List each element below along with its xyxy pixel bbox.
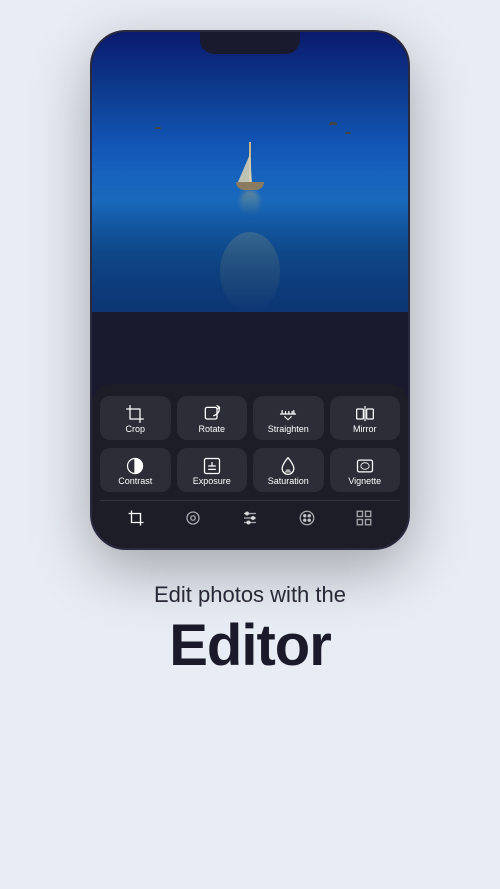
tool-mirror[interactable]: Mirror (330, 396, 401, 440)
distant-boat-2 (345, 132, 351, 134)
exposure-label: Exposure (193, 476, 231, 486)
vignette-label: Vignette (348, 476, 381, 486)
vignette-icon (355, 456, 375, 476)
straighten-label: Straighten (268, 424, 309, 434)
tool-rotate[interactable]: Rotate (177, 396, 248, 440)
phone-frame: Crop Rotate (90, 30, 410, 550)
tool-exposure[interactable]: Exposure (177, 448, 248, 492)
toolbar-palette-icon[interactable] (290, 505, 324, 536)
main-title: Editor (154, 614, 346, 678)
boat-sail (238, 154, 252, 182)
rotate-icon (202, 404, 222, 424)
tool-straighten[interactable]: Straighten (253, 396, 324, 440)
toolbar-grid-icon[interactable] (347, 505, 381, 536)
tool-panel: Crop Rotate (92, 384, 408, 548)
text-section: Edit photos with the Editor (134, 582, 366, 678)
rotate-label: Rotate (198, 424, 225, 434)
light-reflection (220, 232, 280, 312)
toolbar-crop-icon[interactable] (119, 505, 153, 536)
tool-saturation[interactable]: Saturation (253, 448, 324, 492)
tool-grid-row2: Contrast Exposure Saturatio (100, 448, 400, 492)
straighten-icon (278, 404, 298, 424)
tool-grid-row1: Crop Rotate (100, 396, 400, 440)
contrast-icon (125, 456, 145, 476)
exposure-icon (202, 456, 222, 476)
bottom-toolbar (100, 500, 400, 540)
saturation-icon (278, 456, 298, 476)
subtitle: Edit photos with the (154, 582, 346, 608)
contrast-label: Contrast (118, 476, 152, 486)
photo-area (92, 32, 408, 312)
distant-boat-1 (329, 122, 337, 125)
boat-body (236, 182, 264, 190)
toolbar-lock-icon[interactable] (176, 505, 210, 536)
boat-reflection (240, 190, 260, 215)
crop-label: Crop (125, 424, 145, 434)
distant-boat-3 (155, 127, 161, 129)
mirror-icon (355, 404, 375, 424)
tool-vignette[interactable]: Vignette (330, 448, 401, 492)
tool-contrast[interactable]: Contrast (100, 448, 171, 492)
main-boat (236, 142, 264, 215)
saturation-label: Saturation (268, 476, 309, 486)
tool-crop[interactable]: Crop (100, 396, 171, 440)
crop-icon (125, 404, 145, 424)
toolbar-adjust-icon[interactable] (233, 505, 267, 536)
mirror-label: Mirror (353, 424, 377, 434)
